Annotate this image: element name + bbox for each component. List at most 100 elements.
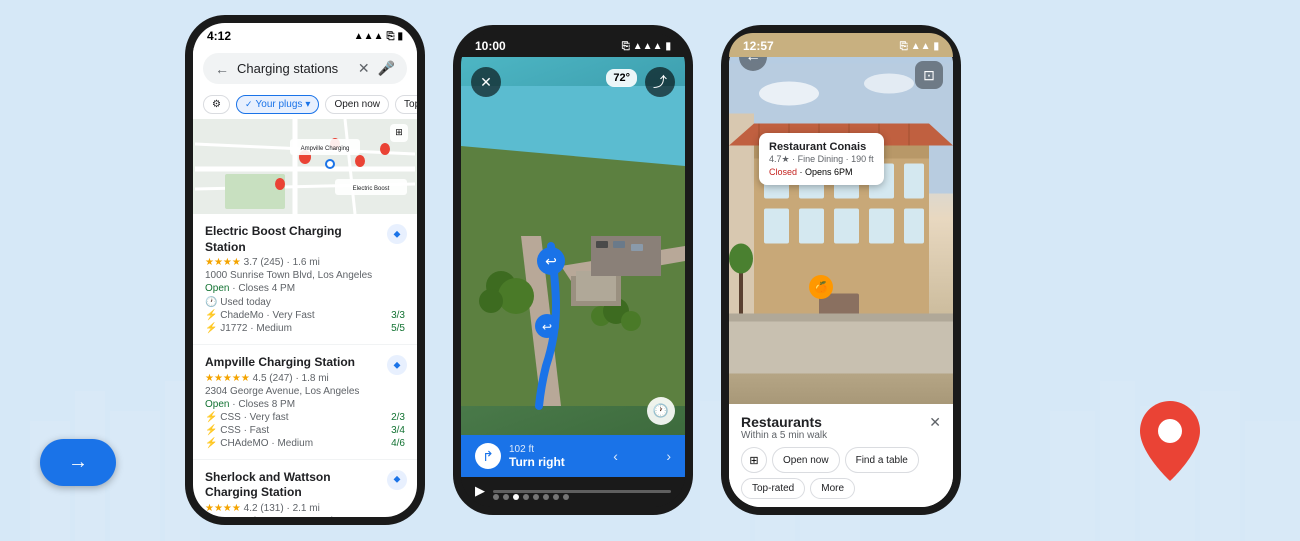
signal-icon-2: ▲▲▲ <box>633 41 663 52</box>
charger-type-1a: ⚡ ChadeMo · Very Fast <box>205 310 315 321</box>
listing-1-status: Open · Closes 4 PM <box>205 283 405 294</box>
dot-1 <box>493 494 499 500</box>
listing-3[interactable]: ⬥ Sherlock and Wattson Charging Station … <box>193 460 417 517</box>
filter-top-rated-panel[interactable]: Top-rated <box>741 478 805 499</box>
charger-row-2a: ⚡ CSS · Very fast 2/3 <box>205 412 405 423</box>
status-icons-2: ⎘ ▲▲▲ ▮ <box>622 41 671 52</box>
charger-type-1b: ⚡ J1772 · Medium <box>205 323 292 334</box>
phone-navigation: 10:00 ⎘ ▲▲▲ ▮ <box>453 25 693 515</box>
progress-bar[interactable] <box>493 490 671 493</box>
chevron-icon: ▾ <box>305 99 310 110</box>
charger-row-2b: ⚡ CSS · Fast 3/4 <box>205 425 405 436</box>
panel-close-button[interactable]: ✕ <box>929 414 941 431</box>
rating-3: 4.2 <box>244 503 258 514</box>
time-3: 12:57 <box>743 39 774 53</box>
nav-icon-1[interactable]: ⬥ <box>387 224 407 244</box>
nav-next[interactable]: › <box>666 448 671 464</box>
svg-text:Electric Boost: Electric Boost <box>353 186 390 192</box>
sv-info-card[interactable]: Restaurant Conais 4.7★ · Fine Dining · 1… <box>759 133 884 185</box>
listing-1-subtitle: ★★★★ 3.7 (245) · 1.6 mi <box>205 257 405 268</box>
listings-container: ⬥ Electric Boost Charging Station ★★★★ 3… <box>193 214 417 517</box>
street-view-area[interactable]: ← ⊡ Restaurant Conais 4.7★ · Fine Dining… <box>729 33 953 404</box>
used-today: 🕐 Used today <box>205 297 405 308</box>
listing-2-address: 2304 George Avenue, Los Angeles <box>205 386 405 397</box>
nav-map-3d[interactable]: ↩ ↩ <box>461 57 685 435</box>
rating-1: 3.7 <box>244 257 258 268</box>
filter-plugs-label: Your plugs <box>256 99 303 110</box>
clear-icon[interactable]: ✕ <box>358 60 370 77</box>
street-view-svg <box>729 33 953 404</box>
listing-3-address: 200 N Magic La..., Los Angeles <box>205 516 405 517</box>
panel-subtitle: Within a 5 min walk <box>741 430 827 441</box>
back-arrow-icon[interactable]: ← <box>215 61 229 77</box>
distance-3: 2.1 mi <box>293 503 320 514</box>
listing-2[interactable]: ⬥ Ampville Charging Station ★★★★★ 4.5 (2… <box>193 345 417 460</box>
map-svg: Ampville Charging Electric Boost ⊞ <box>193 119 417 214</box>
filter-top-rated[interactable]: Top rated <box>395 95 417 114</box>
status-bar-3: 12:57 ⎘ ▲▲ ▮ <box>729 33 953 57</box>
progress-bar-area: ▶ <box>461 477 685 507</box>
charger-type-2a: ⚡ CSS · Very fast <box>205 412 289 423</box>
rating-2: 4.5 <box>253 373 267 384</box>
signal-icon: ▲▲▲ <box>354 31 384 42</box>
time-1: 4:12 <box>207 29 231 43</box>
dot-5 <box>533 494 539 500</box>
nav-prev[interactable]: ‹ <box>613 448 618 464</box>
battery-icon-2: ▮ <box>665 41 671 52</box>
panel-filters: ⊞ Open now Find a table Top-rated More <box>741 447 941 499</box>
charger-row-1b: ⚡ J1772 · Medium 5/5 <box>205 323 405 334</box>
sv-share-button[interactable]: ⊡ <box>915 61 943 89</box>
map-3d-svg: ↩ ↩ <box>461 57 685 435</box>
open-label-1: Open <box>205 283 229 294</box>
filter-open-now[interactable]: Open now <box>325 95 389 114</box>
charger-type-2c: ⚡ CHAdeMO · Medium <box>205 438 313 449</box>
battery-icon-3: ▮ <box>933 41 939 52</box>
wifi-icon: ⎘ <box>386 31 394 42</box>
dot-6 <box>543 494 549 500</box>
open-label-2: Open <box>205 399 229 410</box>
blue-arrow-button[interactable]: → <box>40 439 116 486</box>
charger-count-2b: 3/4 <box>391 425 405 436</box>
sv-orange-marker: 🍊 <box>809 275 833 299</box>
charger-type-2b: ⚡ CSS · Fast <box>205 425 269 436</box>
listing-1[interactable]: ⬥ Electric Boost Charging Station ★★★★ 3… <box>193 214 417 345</box>
stars-2: ★★★★★ <box>205 373 250 384</box>
filter-open-now-panel[interactable]: Open now <box>772 447 840 473</box>
charger-count-2a: 2/3 <box>391 412 405 423</box>
wifi-icon-3: ⎘ <box>900 41 908 52</box>
svg-text:Ampville Charging: Ampville Charging <box>301 146 350 152</box>
closes-2: Closes 8 PM <box>238 399 295 410</box>
nav-share-button[interactable]: ⤴ <box>645 67 675 97</box>
map-area[interactable]: Ampville Charging Electric Boost ⊞ <box>193 119 417 214</box>
voice-icon[interactable]: 🎤 <box>378 60 395 77</box>
dot-4 <box>523 494 529 500</box>
status-bar-2: 10:00 ⎘ ▲▲▲ ▮ <box>461 33 685 57</box>
charger-count-1a: 3/3 <box>391 310 405 321</box>
filter-more[interactable]: More <box>810 478 855 499</box>
status-bar-1: 4:12 ▲▲▲ ⎘ ▮ <box>193 23 417 47</box>
search-header: ← Charging stations ✕ 🎤 <box>193 47 417 90</box>
turn-distance: 102 ft <box>509 444 565 455</box>
dot-2 <box>503 494 509 500</box>
nav-icon-3[interactable]: ⬥ <box>387 470 407 490</box>
turn-instruction-text: Turn right <box>509 455 565 469</box>
search-bar[interactable]: ← Charging stations ✕ 🎤 <box>203 53 407 84</box>
filter-settings[interactable]: ⚙ <box>203 95 230 114</box>
filter-your-plugs[interactable]: ✓ Your plugs ▾ <box>236 95 319 114</box>
status-icons-3: ⎘ ▲▲ ▮ <box>900 41 939 52</box>
search-text: Charging stations <box>237 61 350 76</box>
sv-card-status: Closed · Opens 6PM <box>769 167 874 177</box>
nav-clock-button[interactable]: 🕐 <box>647 397 675 425</box>
svg-text:↩: ↩ <box>545 253 557 269</box>
panel-filter-icon[interactable]: ⊞ <box>741 447 767 473</box>
arrow-icon: → <box>68 451 88 474</box>
listing-3-subtitle: ★★★★ 4.2 (131) · 2.1 mi <box>205 503 405 514</box>
listing-1-address: 1000 Sunrise Town Blvd, Los Angeles <box>205 270 405 281</box>
filter-find-table[interactable]: Find a table <box>845 447 919 473</box>
nav-close-button[interactable]: ✕ <box>471 67 501 97</box>
reviews-1: (245) <box>260 257 283 268</box>
battery-icon: ▮ <box>397 31 403 42</box>
play-button[interactable]: ▶ <box>475 483 485 499</box>
turn-arrow-icon: ↱ <box>475 443 501 469</box>
reviews-2: (247) <box>269 373 292 384</box>
